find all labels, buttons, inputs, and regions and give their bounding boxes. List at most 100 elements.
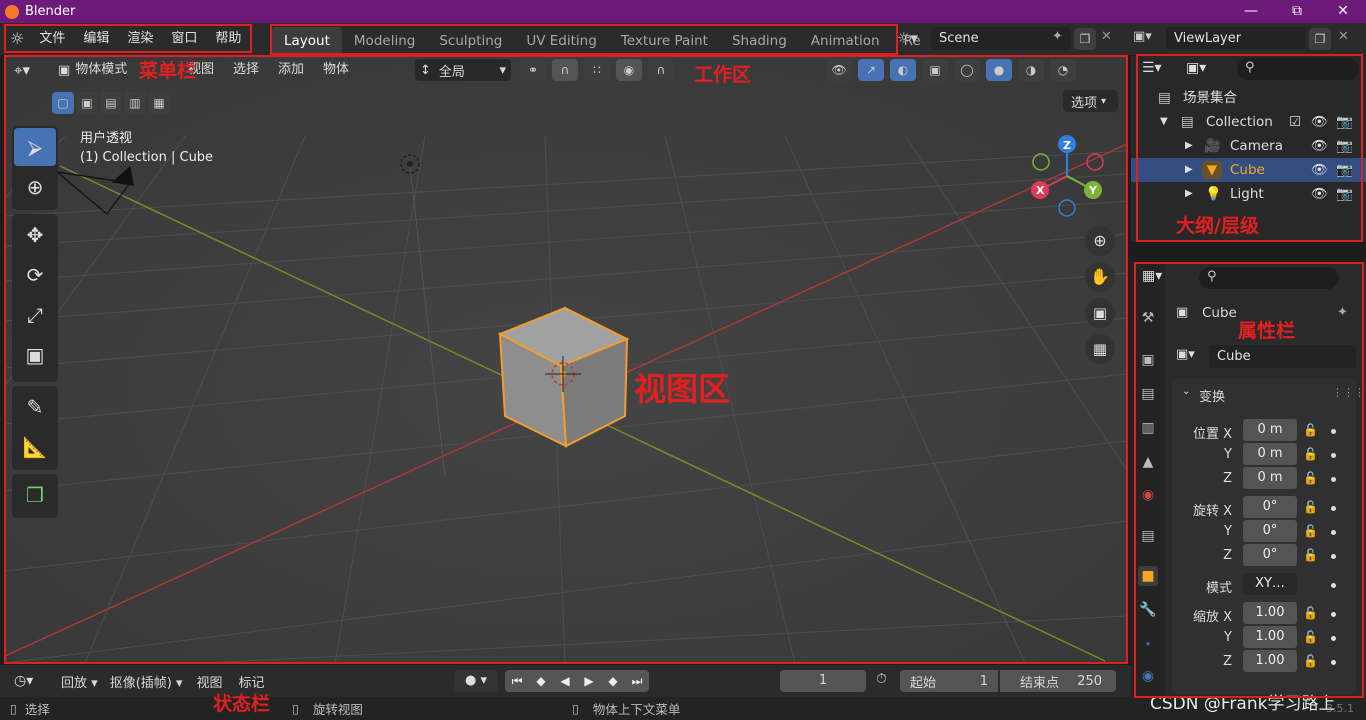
transform-panel-title[interactable]: 变换 xyxy=(1199,386,1225,405)
select-intersect-icon[interactable]: ▦ xyxy=(148,92,170,114)
end-frame-field[interactable]: 结束点 250 xyxy=(1000,670,1116,692)
tab-modeling[interactable]: Modeling xyxy=(342,27,427,55)
measure-tool[interactable]: 📐 xyxy=(14,428,56,466)
scale-x-field[interactable]: 1.00 xyxy=(1243,602,1297,624)
annotate-tool[interactable]: ✎ xyxy=(14,388,56,426)
scale-tool[interactable]: ⤢ xyxy=(14,296,56,334)
select-box-tool[interactable]: ⮚ xyxy=(14,128,56,166)
snap-target-icon[interactable]: ∷ xyxy=(584,59,610,81)
eye-icon[interactable]: 👁 xyxy=(1311,158,1328,182)
move-tool[interactable]: ✥ xyxy=(14,216,56,254)
scene-collection-row[interactable]: ▤ 场景集合 xyxy=(1131,86,1366,110)
keyframe-dot-icon[interactable] xyxy=(1331,453,1336,458)
lock-icon[interactable]: 🔓 xyxy=(1303,606,1318,620)
scale-y-field[interactable]: 1.00 xyxy=(1243,626,1297,648)
camera-view-icon[interactable]: ▣ xyxy=(1085,298,1115,328)
select-difference-icon[interactable]: ▥ xyxy=(124,92,146,114)
new-viewlayer-icon[interactable]: ❐ xyxy=(1309,28,1331,50)
location-x-field[interactable]: 0 m xyxy=(1243,419,1297,441)
keyframe-dot-icon[interactable] xyxy=(1331,530,1336,535)
menu-add[interactable]: 添加 xyxy=(278,56,304,84)
new-scene-icon[interactable]: ❐ xyxy=(1074,28,1096,50)
viewlayer-field[interactable]: ViewLayer xyxy=(1166,27,1306,50)
negative-y-axis-icon[interactable] xyxy=(1032,153,1050,171)
lock-icon[interactable]: 🔓 xyxy=(1303,630,1318,644)
viewlayer-icon[interactable]: ▣▾ xyxy=(1133,29,1165,44)
modifier-tab-icon[interactable]: 🔧 xyxy=(1138,600,1158,620)
prev-keyframe-icon[interactable]: ◆ xyxy=(529,670,553,692)
eye-icon[interactable]: 👁 xyxy=(1311,110,1328,134)
outliner-item-cube[interactable]: ▶ ▼ Cube 👁 📷 xyxy=(1131,158,1366,182)
object-tab-icon[interactable]: ■ xyxy=(1138,566,1158,586)
minimize-button[interactable]: — xyxy=(1228,0,1274,23)
orientation-dropdown[interactable]: ↕ 全局 ▾ xyxy=(415,59,511,81)
render-tab-icon[interactable]: ▣ xyxy=(1138,350,1158,370)
camera-render-icon[interactable]: 📷 xyxy=(1336,182,1353,206)
eye-icon[interactable]: 👁 xyxy=(1311,182,1328,206)
options-dropdown[interactable]: 选项 ▾ xyxy=(1063,90,1118,112)
zoom-icon[interactable]: ⊕ xyxy=(1085,226,1115,256)
output-tab-icon[interactable]: ▤ xyxy=(1138,384,1158,404)
falloff-icon[interactable]: ∩ xyxy=(648,59,674,81)
keying-menu[interactable]: 抠像(插帧) ▾ xyxy=(104,672,189,691)
tab-sculpting[interactable]: Sculpting xyxy=(427,27,514,55)
object-name-field[interactable]: Cube xyxy=(1209,345,1356,368)
pan-hand-icon[interactable]: ✋ xyxy=(1085,262,1115,292)
proportional-edit-icon[interactable]: ◉ xyxy=(616,59,642,81)
collection-row[interactable]: ▼ ▤ Collection ☑ 👁 📷 xyxy=(1131,110,1366,134)
wireframe-shading-icon[interactable]: ◯ xyxy=(954,59,980,81)
keyframe-dot-icon[interactable] xyxy=(1331,477,1336,482)
camera-render-icon[interactable]: 📷 xyxy=(1336,110,1353,134)
physics-tab-icon[interactable]: ◉ xyxy=(1138,666,1158,686)
camera-render-icon[interactable]: 📷 xyxy=(1336,134,1353,158)
editor-type-icon[interactable]: ⌖▾ xyxy=(14,61,30,79)
lock-icon[interactable]: 🔓 xyxy=(1303,447,1318,461)
menu-select[interactable]: 选择 xyxy=(233,56,259,84)
jump-start-icon[interactable]: ⏮ xyxy=(505,670,529,692)
expand-arrow-icon[interactable]: ▶ xyxy=(1185,158,1193,182)
3d-viewport[interactable] xyxy=(5,56,1127,663)
play-icon[interactable]: ▶ xyxy=(577,670,601,692)
view-layer-tab-icon[interactable]: ▥ xyxy=(1138,418,1158,438)
pin-icon[interactable]: ✦ xyxy=(1052,29,1063,44)
perspective-toggle-icon[interactable]: ▦ xyxy=(1085,334,1115,364)
display-mode-icon[interactable]: ▣▾ xyxy=(1186,60,1206,76)
negative-z-axis-icon[interactable] xyxy=(1058,199,1076,217)
cursor-tool[interactable]: ⊕ xyxy=(14,168,56,206)
expand-arrow-icon[interactable]: ▼ xyxy=(1160,110,1168,134)
timeline-view-menu[interactable]: 视图 xyxy=(189,672,231,691)
object-data-icon[interactable]: ▣▾ xyxy=(1176,347,1195,362)
jump-end-icon[interactable]: ⏭ xyxy=(625,670,649,692)
outliner-item-light[interactable]: ▶ 💡 Light 👁 📷 xyxy=(1131,182,1366,206)
lock-icon[interactable]: 🔓 xyxy=(1303,471,1318,485)
expand-arrow-icon[interactable]: ▶ xyxy=(1185,182,1193,206)
menu-object[interactable]: 物体 xyxy=(323,56,349,84)
marker-menu[interactable]: 标记 xyxy=(231,672,273,691)
keyframe-dot-icon[interactable] xyxy=(1331,506,1336,511)
world-tab-icon[interactable]: ◉ xyxy=(1138,485,1158,505)
tab-texture-paint[interactable]: Texture Paint xyxy=(609,27,720,55)
scene-icon[interactable]: ☼▾ xyxy=(897,29,929,51)
rotation-y-field[interactable]: 0° xyxy=(1243,520,1297,542)
scene-tab-icon[interactable]: ▲ xyxy=(1138,452,1158,472)
add-cube-tool[interactable]: ❐ xyxy=(14,476,56,514)
outliner-item-camera[interactable]: ▶ 🎥 Camera 👁 📷 xyxy=(1131,134,1366,158)
material-shading-icon[interactable]: ◑ xyxy=(1018,59,1044,81)
snap-icon[interactable]: ∩ xyxy=(552,59,578,81)
chevron-down-icon[interactable]: ⌄ xyxy=(1182,386,1190,397)
visibility-icon[interactable]: 👁 xyxy=(826,59,852,81)
solid-shading-icon[interactable]: ● xyxy=(986,59,1012,81)
tool-tab-icon[interactable]: ⚒ xyxy=(1138,308,1158,328)
checkbox-icon[interactable]: ☑ xyxy=(1289,110,1301,134)
current-frame-field[interactable]: 1 xyxy=(780,670,866,692)
keyframe-dot-icon[interactable] xyxy=(1331,583,1336,588)
properties-editor-icon[interactable]: ▦▾ xyxy=(1142,268,1162,284)
select-extend-icon[interactable]: ▣ xyxy=(76,92,98,114)
tab-shading[interactable]: Shading xyxy=(720,27,799,55)
properties-search-input[interactable]: ⚲ xyxy=(1199,267,1339,289)
lock-icon[interactable]: 🔓 xyxy=(1303,423,1318,437)
outliner-search-input[interactable]: ⚲ xyxy=(1237,58,1359,80)
keyframe-dot-icon[interactable] xyxy=(1331,612,1336,617)
keyframe-dot-icon[interactable] xyxy=(1331,554,1336,559)
menu-help[interactable]: 帮助 xyxy=(206,26,250,52)
